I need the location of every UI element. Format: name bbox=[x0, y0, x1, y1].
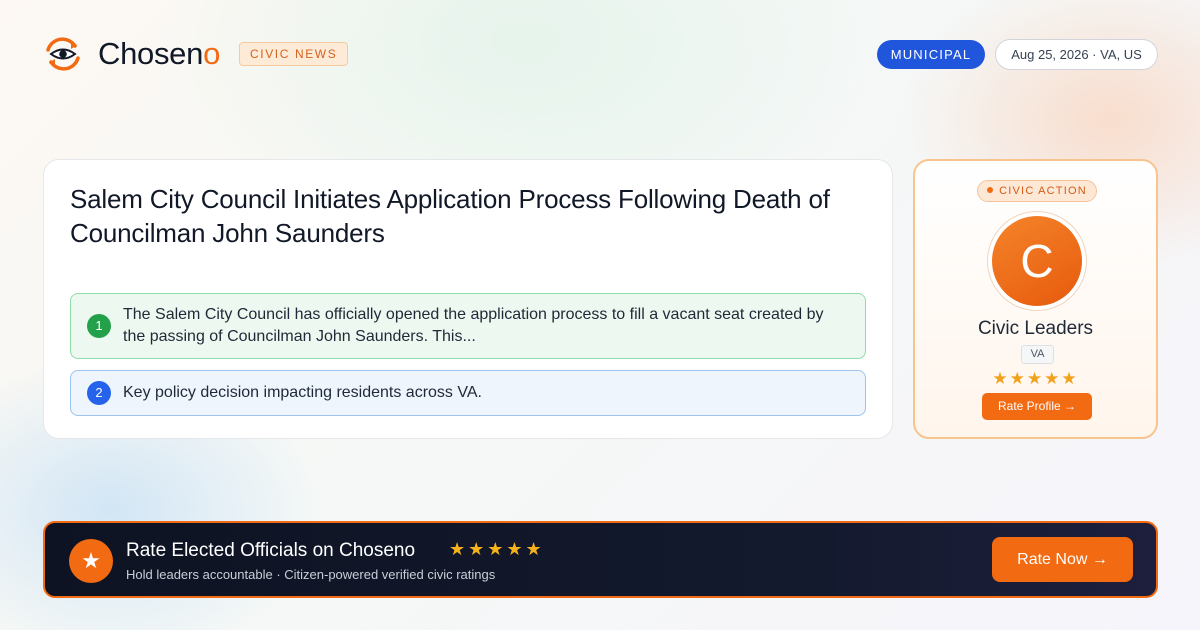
brand-name-accent: o bbox=[203, 36, 221, 71]
brand-logo[interactable]: Choseno bbox=[44, 36, 220, 72]
point-number-2: 2 bbox=[87, 381, 111, 405]
avatar[interactable]: C bbox=[992, 216, 1082, 306]
section-badge: CIVIC NEWS bbox=[239, 42, 349, 66]
key-point-2: 2 Key policy decision impacting resident… bbox=[70, 370, 866, 416]
banner-star-rating: ★★★★★ bbox=[449, 539, 545, 559]
article-headline[interactable]: Salem City Council Initiates Application… bbox=[70, 182, 870, 250]
banner-subtitle: Hold leaders accountable · Citizen-power… bbox=[126, 567, 496, 582]
star-rating: ★★★★★ bbox=[992, 369, 1079, 388]
dot-icon bbox=[987, 187, 994, 193]
key-point-1: 1 The Salem City Council has officially … bbox=[70, 293, 866, 359]
eye-refresh-icon bbox=[46, 37, 80, 71]
date-location-pill: Aug 25, 2026 · VA, US bbox=[995, 39, 1158, 70]
point-number-1: 1 bbox=[87, 314, 111, 338]
point-text-2: Key policy decision impacting residents … bbox=[123, 384, 482, 401]
category-pill[interactable]: MUNICIPAL bbox=[877, 40, 985, 69]
avatar-ring: C bbox=[987, 211, 1087, 311]
star-icon: ★ bbox=[69, 539, 113, 583]
point-text-1: The Salem City Council has officially op… bbox=[123, 306, 824, 345]
profile-name: Civic Leaders bbox=[977, 318, 1094, 339]
banner-title: Rate Elected Officials on Choseno bbox=[126, 540, 416, 561]
civic-action-label: CIVIC ACTION bbox=[999, 185, 1087, 197]
rate-now-button[interactable]: Rate Now → bbox=[992, 537, 1133, 582]
rate-officials-banner: ★ Rate Elected Officials on Choseno ★★★★… bbox=[43, 521, 1158, 598]
article-card[interactable]: Salem City Council Initiates Application… bbox=[43, 159, 893, 439]
rate-profile-button[interactable]: Rate Profile → bbox=[982, 393, 1092, 420]
civic-action-badge: CIVIC ACTION bbox=[977, 180, 1097, 202]
brand-name-main: Chosen bbox=[98, 36, 204, 71]
civic-profile-card: CIVIC ACTION C Civic Leaders VA ★★★★★ Ra… bbox=[913, 159, 1158, 439]
state-tag: VA bbox=[1021, 345, 1054, 364]
brand-name: Choseno bbox=[98, 36, 220, 72]
